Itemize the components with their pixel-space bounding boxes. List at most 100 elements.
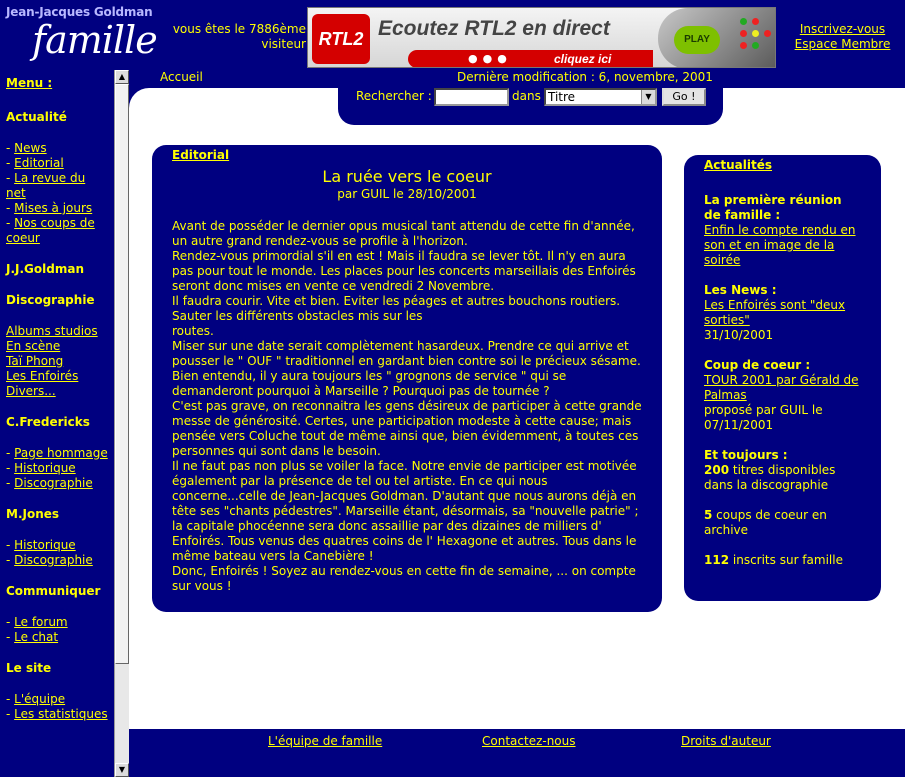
sidebar-section-title: Le site: [6, 661, 52, 675]
sidebar-item-link[interactable]: News: [14, 141, 46, 155]
sidebar-item: - L'équipe: [6, 692, 66, 706]
news-item: Les News : Les Enfoirés sont "deux sortie…: [704, 283, 861, 343]
search-field-select[interactable]: Titre ▼: [544, 88, 657, 106]
sidebar-item: Divers...: [6, 384, 108, 399]
totals-row: 112 inscrits sur famille: [704, 553, 861, 568]
sidebar-section-list: - News - Editorial - La revue du net - Mise…: [6, 141, 108, 246]
sidebar-item: Taï Phong: [6, 354, 108, 369]
sidebar-item-link[interactable]: Albums studios: [6, 324, 98, 338]
banner-cta[interactable]: cliquez ici: [554, 52, 611, 66]
totals-row: 200 titres disponibles dans la discograp…: [704, 463, 861, 493]
member-area-link[interactable]: Espace Membre: [785, 37, 900, 52]
sidebar-item-link[interactable]: Editorial: [14, 156, 64, 170]
scroll-down-icon[interactable]: ▼: [115, 763, 129, 777]
sidebar-item: - Editorial: [6, 156, 64, 170]
sidebar-item-link[interactable]: Discographie: [14, 476, 93, 490]
sidebar-section-title: Discographie: [6, 293, 95, 307]
totals-row: 5 coups de coeur en archive: [704, 508, 861, 538]
sidebar-item-link[interactable]: Le chat: [14, 630, 58, 644]
news-item-link[interactable]: TOUR 2001 par Gérald de Palmas: [704, 373, 861, 403]
site-logo-subtitle: Jean-Jacques Goldman: [6, 5, 153, 19]
editorial-panel: Editorial La ruée vers le coeur par GUIL…: [152, 145, 662, 612]
sidebar-item-link[interactable]: L'équipe: [14, 692, 65, 706]
news-items: La première réunion de famille : Enfin le…: [704, 193, 861, 433]
editorial-paragraph: Il ne faut pas non plus se voiler la fac…: [172, 459, 639, 563]
footer-team-link[interactable]: L'équipe de famille: [268, 734, 382, 749]
rtl2-logo: RTL2: [312, 14, 370, 64]
rtl2-banner-ad[interactable]: RTL2 Ecoutez RTL2 en direct ●●● cliquez …: [307, 7, 776, 68]
scroll-up-icon[interactable]: ▲: [115, 70, 129, 84]
sidebar-item-link[interactable]: Nos coups de coeur: [6, 216, 95, 245]
news-section-link[interactable]: Actualités: [704, 158, 861, 173]
editorial-paragraph: Bien entendu, il y aura toujours les " g…: [172, 369, 567, 398]
sidebar-item-link[interactable]: En scène: [6, 339, 60, 353]
totals-count: 200: [704, 463, 730, 477]
editorial-byline: par GUIL le 28/10/2001: [337, 187, 477, 201]
search-field-value: Titre: [548, 90, 576, 104]
news-item-text: 31/10/2001: [704, 328, 774, 342]
sidebar-section-title: J.J.Goldman: [6, 262, 84, 276]
sidebar-item-link[interactable]: Page hommage: [14, 446, 108, 460]
led-icon: [740, 42, 747, 49]
editorial-section-link[interactable]: Editorial: [172, 148, 642, 163]
menu-title: Menu :: [6, 76, 53, 90]
news-item-link[interactable]: Enfin le compte rendu en son et en image…: [704, 223, 861, 268]
sidebar-item-link[interactable]: Les statistiques: [14, 707, 107, 721]
chevron-down-icon[interactable]: ▼: [641, 90, 655, 104]
header: Jean-Jacques Goldman famille vous êtes l…: [0, 0, 905, 70]
footer: L'équipe de famille Contactez-nous Droit…: [129, 729, 905, 777]
news-panel: Actualités La première réunion de famill…: [684, 155, 881, 601]
member-links: Inscrivez-vous Espace Membre: [785, 22, 900, 52]
editorial-paragraph: Il faudra courir. Vite et bien. Eviter l…: [172, 294, 621, 323]
sidebar-item-link[interactable]: Historique: [14, 461, 76, 475]
sidebar-item: - Historique: [6, 538, 76, 552]
news-item: La première réunion de famille : Enfin le…: [704, 193, 861, 268]
news-item-link[interactable]: Les Enfoirés sont "deux sorties": [704, 298, 861, 328]
register-link[interactable]: Inscrivez-vous: [785, 22, 900, 37]
editorial-paragraph: routes.: [172, 324, 214, 338]
sidebar-section-list: - Le forum - Le chat: [6, 615, 108, 645]
editorial-paragraph: Donc, Enfoirés ! Soyez au rendez-vous en…: [172, 564, 636, 593]
sidebar-item-link[interactable]: Le forum: [14, 615, 67, 629]
search-go-button[interactable]: Go !: [662, 88, 706, 106]
sidebar-section-title: Communiquer: [6, 584, 101, 598]
sidebar-item: - Historique: [6, 461, 76, 475]
banner-headline: Ecoutez RTL2 en direct: [378, 17, 610, 40]
sidebar-item: - Les statistiques: [6, 707, 108, 721]
footer-contact-link[interactable]: Contactez-nous: [482, 734, 576, 749]
sidebar-item: Albums studios: [6, 324, 108, 339]
totals-text: inscrits sur famille: [729, 553, 843, 567]
sidebar-item: - La revue du net: [6, 171, 86, 200]
sidebar-item-link[interactable]: Discographie: [14, 553, 93, 567]
site-logo[interactable]: famille: [32, 18, 158, 62]
sidebar-item-link[interactable]: Les Enfoirés: [6, 369, 78, 383]
play-button[interactable]: PLAY: [674, 26, 720, 54]
sidebar-item-link[interactable]: La revue du net: [6, 171, 85, 200]
sidebar-item: - Le chat: [6, 630, 59, 644]
sidebar-item-link[interactable]: Divers...: [6, 384, 56, 398]
remote-control-icon: PLAY: [658, 8, 775, 67]
home-link[interactable]: Accueil: [160, 70, 203, 85]
sidebar-section-title: C.Fredericks: [6, 415, 90, 429]
scroll-thumb[interactable]: [115, 84, 129, 664]
footer-copyright-link[interactable]: Droits d'auteur: [681, 734, 771, 749]
news-item-head: La première réunion de famille :: [704, 193, 842, 222]
sidebar-item-link[interactable]: Mises à jours: [14, 201, 92, 215]
sidebar-scrollbar[interactable]: ▲ ▼: [114, 70, 129, 777]
led-icon: [752, 18, 759, 25]
totals-count: 112: [704, 553, 730, 567]
sidebar-item-link[interactable]: Historique: [14, 538, 76, 552]
sidebar-item-link[interactable]: Taï Phong: [6, 354, 63, 368]
led-icon: [764, 30, 771, 37]
banner-red-bar: [408, 50, 653, 67]
editorial-paragraph: Avant de posséder le dernier opus musica…: [172, 219, 635, 248]
sidebar-item: - Nos coups de coeur: [6, 216, 95, 245]
sidebar-item: - Mises à jours: [6, 201, 93, 215]
news-item-head: Coup de coeur :: [704, 358, 811, 372]
search-input[interactable]: [434, 88, 509, 106]
news-item: Coup de coeur : TOUR 2001 par Gérald de P…: [704, 358, 861, 433]
last-modified: Dernière modification : 6, novembre, 200…: [457, 70, 713, 84]
sidebar-item: - Discographie: [6, 553, 93, 567]
search-label: Rechercher :: [356, 89, 432, 103]
visitor-counter: vous êtes le 7886ème visiteur: [172, 22, 306, 51]
